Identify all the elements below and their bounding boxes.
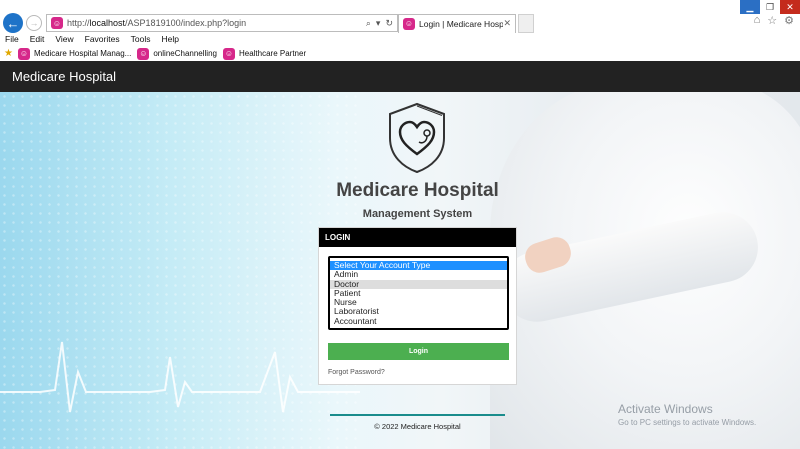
tab-login[interactable]: ☺ Login | Medicare Hospital ✕: [398, 13, 516, 33]
navbar-brand[interactable]: Medicare Hospital: [12, 69, 116, 84]
favorites-bar: ★ ☺ Medicare Hospital Manag... ☺ onlineCha…: [0, 47, 310, 60]
favorite-label: onlineChannelling: [153, 49, 217, 58]
search-icon[interactable]: ⌕: [366, 18, 371, 29]
favorite-link[interactable]: ☺ Healthcare Partner: [222, 47, 307, 60]
login-panel: LOGIN Select Your Account Type Admin Doc…: [318, 227, 517, 385]
favorite-label: Medicare Hospital Manag...: [33, 49, 132, 58]
favorites-star-icon[interactable]: ☆: [767, 14, 777, 27]
site-favicon-icon: ☺: [51, 17, 63, 29]
login-button[interactable]: Login: [328, 343, 509, 360]
forgot-password-link[interactable]: Forgot Password?: [328, 369, 385, 376]
new-tab-button[interactable]: [518, 13, 534, 33]
gear-icon[interactable]: ⚙: [784, 14, 794, 27]
favorites-star-icon[interactable]: ★: [4, 48, 13, 59]
hospital-subtitle: Management System: [362, 208, 473, 220]
tab-close-icon[interactable]: ✕: [503, 18, 511, 29]
home-icon[interactable]: ⌂: [754, 14, 761, 27]
account-type-select[interactable]: Select Your Account Type Admin Doctor Pa…: [328, 256, 509, 330]
hospital-logo-icon: [389, 102, 445, 174]
footer-divider: [330, 414, 505, 416]
favorite-favicon-icon: ☺: [17, 47, 30, 60]
url-host: localhost: [89, 18, 126, 28]
menu-file[interactable]: File: [5, 34, 19, 47]
favorite-label: Healthcare Partner: [238, 49, 307, 58]
watermark-title: Activate Windows: [618, 402, 713, 416]
menu-favorites[interactable]: Favorites: [85, 34, 120, 47]
favorite-favicon-icon: ☺: [137, 47, 150, 60]
top-navbar: Medicare Hospital: [0, 61, 800, 92]
arrow-left-icon: ←: [6, 15, 20, 31]
favorite-link[interactable]: ☺ onlineChannelling: [137, 47, 217, 60]
menu-bar: File Edit View Favorites Tools Help: [0, 34, 179, 47]
watermark-subtitle: Go to PC settings to activate Windows.: [618, 418, 757, 427]
address-bar[interactable]: ☺ http://localhost/ASP1819100/index.php?…: [46, 14, 398, 32]
favorite-link[interactable]: ☺ Medicare Hospital Manag...: [17, 47, 132, 60]
refresh-icon[interactable]: ↻: [385, 18, 393, 29]
account-option[interactable]: Accountant: [330, 316, 507, 326]
ecg-line-icon: [0, 341, 360, 413]
menu-edit[interactable]: Edit: [30, 34, 45, 47]
menu-help[interactable]: Help: [161, 34, 178, 47]
tab-title: Login | Medicare Hospital: [419, 18, 504, 29]
hero-background: Medicare Hospital Management System LOGI…: [0, 92, 800, 449]
forward-button[interactable]: →: [26, 15, 42, 31]
login-header: LOGIN: [319, 228, 516, 247]
page-content: Medicare Hospital Medicare Hospital Mana…: [0, 61, 800, 449]
menu-view[interactable]: View: [55, 34, 73, 47]
arrow-right-icon: →: [29, 18, 39, 28]
url-path: /ASP1819100/index.php?login: [125, 18, 247, 28]
favorite-favicon-icon: ☺: [222, 47, 235, 60]
tab-favicon-icon: ☺: [403, 17, 415, 30]
browser-toolbar-icons: ⌂ ☆ ⚙: [754, 14, 794, 27]
footer-copyright: © 2022 Medicare Hospital: [374, 422, 461, 431]
address-row: ← → ☺ http://localhost/ASP1819100/index.…: [0, 12, 800, 34]
menu-tools[interactable]: Tools: [131, 34, 151, 47]
dropdown-icon[interactable]: ▾: [376, 18, 381, 29]
hospital-title: Medicare Hospital: [336, 180, 499, 201]
activate-windows-watermark: Activate Windows Go to PC settings to ac…: [618, 402, 756, 427]
url-text[interactable]: http://localhost/ASP1819100/index.php?lo…: [67, 18, 366, 28]
back-button[interactable]: ←: [3, 13, 23, 33]
url-prefix: http://: [67, 18, 90, 28]
